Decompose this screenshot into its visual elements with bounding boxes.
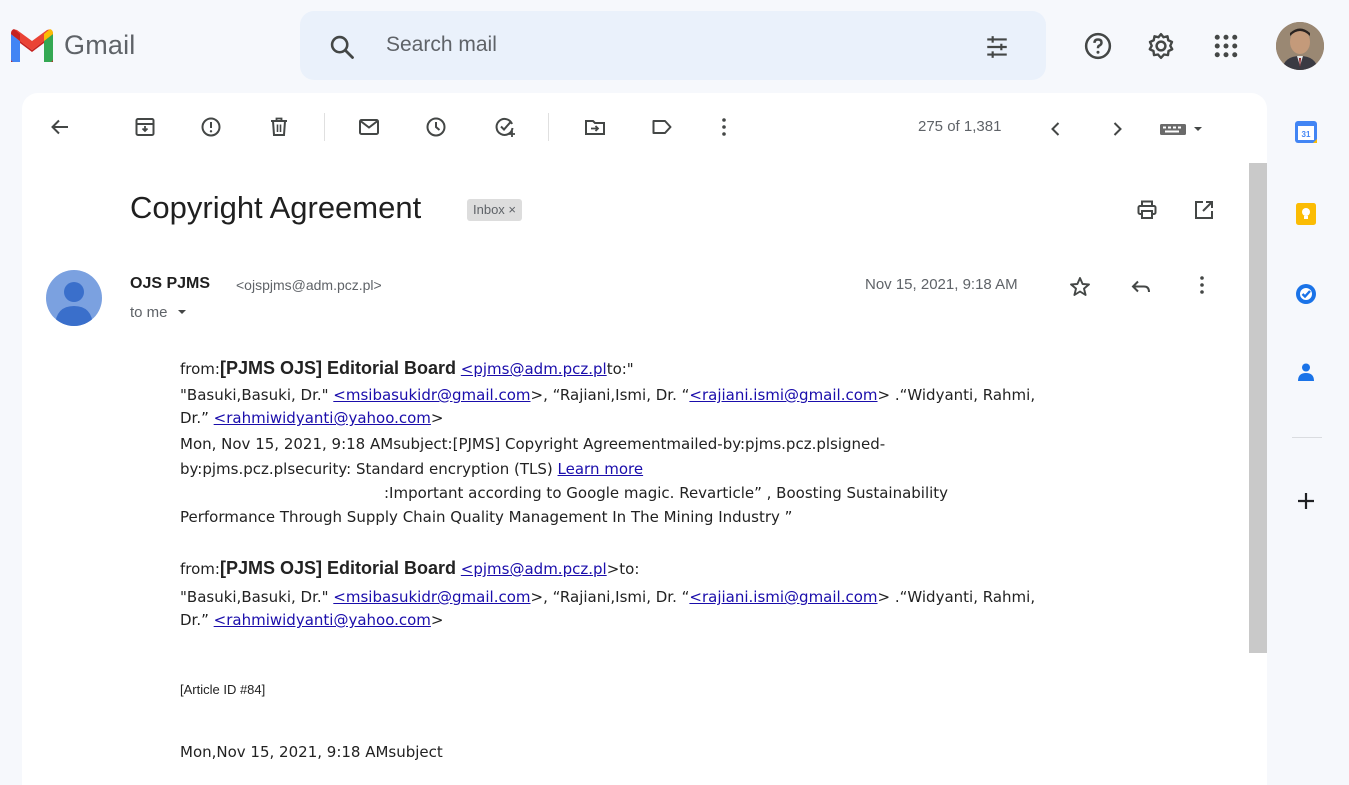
email-link[interactable]: <rajiani.ismi@gmail.com [689, 386, 877, 404]
print-icon[interactable] [1135, 198, 1159, 222]
block2-from-line: from:[PJMS OJS] Editorial Board <pjms@ad… [180, 558, 639, 579]
recipient-text: Dr.” [180, 409, 214, 427]
recipient-text: > .“Widyanti, Rahmi, [877, 386, 1036, 404]
search-bar[interactable] [300, 11, 1046, 80]
add-to-tasks-icon[interactable] [493, 115, 517, 139]
newer-chevron-left-icon[interactable] [1044, 117, 1068, 141]
sender-avatar[interactable] [46, 270, 102, 326]
recipient-text: >, “Rajiani,Ismi, Dr. “ [530, 588, 690, 606]
last-line: Mon,Nov 15, 2021, 9:18 AMsubject [180, 743, 443, 761]
message-view: 275 of 1,381 Copyright Agreement Inbox ×… [22, 93, 1267, 785]
search-icon[interactable] [328, 33, 356, 61]
top-bar: Gmail [0, 0, 1349, 90]
older-chevron-right-icon[interactable] [1105, 117, 1129, 141]
page-count: 275 of 1,381 [918, 118, 1002, 135]
more-options-icon[interactable] [712, 115, 736, 139]
from-email-link[interactable]: <pjms@adm.pcz.pl [461, 560, 607, 578]
contacts-icon[interactable] [1293, 359, 1319, 385]
toolbar-divider [548, 113, 549, 141]
details-dropdown-icon[interactable] [176, 307, 188, 317]
search-input[interactable] [386, 29, 946, 61]
gmail-m-icon [11, 29, 53, 62]
account-avatar[interactable] [1276, 22, 1324, 70]
apps-grid-icon[interactable] [1211, 31, 1241, 61]
toolbar-divider [324, 113, 325, 141]
sender-email: <ojspjms@adm.pcz.pl> [236, 277, 382, 293]
help-icon[interactable] [1083, 31, 1113, 61]
person-icon [55, 282, 93, 326]
gmail-logo[interactable]: Gmail [8, 26, 136, 64]
article-id: [Article ID #84] [180, 682, 266, 697]
recipient-text: > [430, 611, 444, 629]
email-link[interactable]: <rahmiwidyanti@yahoo.com [214, 611, 431, 629]
star-icon[interactable] [1068, 275, 1092, 299]
scrollbar-thumb[interactable] [1249, 163, 1267, 653]
block1-article-title-line: Performance Through Supply Chain Quality… [180, 508, 793, 526]
from-name: [PJMS OJS] Editorial Board [219, 558, 457, 578]
archive-icon[interactable] [133, 115, 157, 139]
recipient-text: >, “Rajiani,Ismi, Dr. “ [530, 386, 690, 404]
tasks-icon[interactable] [1293, 281, 1319, 307]
email-date: Nov 15, 2021, 9:18 AM [865, 276, 1018, 293]
email-link[interactable]: <rajiani.ismi@gmail.com [689, 588, 877, 606]
message-more-icon[interactable] [1190, 273, 1214, 297]
block1-meta-line: Mon, Nov 15, 2021, 9:18 AMsubject:[PJMS]… [180, 435, 886, 453]
recipient-text: Dr.” [180, 611, 214, 629]
recipient-label: to me [130, 304, 168, 321]
snooze-clock-icon[interactable] [424, 115, 448, 139]
move-to-folder-icon[interactable] [583, 115, 607, 139]
label-icon[interactable] [650, 115, 674, 139]
report-spam-icon[interactable] [199, 115, 223, 139]
recipient-details[interactable]: to me [130, 304, 188, 321]
block1-from-line: from:[PJMS OJS] Editorial Board <pjms@ad… [180, 358, 634, 379]
reply-icon[interactable] [1129, 275, 1153, 299]
back-arrow-icon[interactable] [48, 115, 72, 139]
email-link[interactable]: <msibasukidr@gmail.com [333, 588, 530, 606]
delete-icon[interactable] [267, 115, 291, 139]
block1-recipients-line-2: Dr.” <rahmiwidyanti@yahoo.com> [180, 409, 444, 427]
from-prefix: from: [180, 560, 220, 578]
block1-security-line: by:pjms.pcz.plsecurity: Standard encrypt… [180, 460, 643, 478]
to-prefix: to:" [606, 360, 634, 378]
keep-icon[interactable] [1293, 201, 1319, 227]
mark-unread-icon[interactable] [357, 115, 381, 139]
from-prefix: from: [180, 360, 220, 378]
security-text: by:pjms.pcz.plsecurity: Standard encrypt… [180, 460, 558, 478]
add-addon-plus-icon[interactable] [1293, 488, 1319, 514]
email-link[interactable]: <rahmiwidyanti@yahoo.com [214, 409, 431, 427]
block2-recipients-line: "Basuki,Basuki, Dr." <msibasukidr@gmail.… [180, 588, 1035, 606]
open-in-new-window-icon[interactable] [1192, 198, 1216, 222]
learn-more-link[interactable]: Learn more [558, 460, 644, 478]
recipient-text: "Basuki,Basuki, Dr." [180, 386, 334, 404]
app-name: Gmail [64, 29, 136, 60]
from-email-link[interactable]: <pjms@adm.pcz.pl [461, 360, 607, 378]
calendar-icon[interactable]: 31 [1293, 119, 1319, 145]
block2-recipients-line-2: Dr.” <rahmiwidyanti@yahoo.com> [180, 611, 444, 629]
search-options-icon[interactable] [983, 34, 1011, 60]
email-subject: Copyright Agreement [130, 190, 422, 225]
recipient-text: > .“Widyanti, Rahmi, [877, 588, 1036, 606]
sender-name[interactable]: OJS PJMS [130, 275, 210, 293]
block1-recipients-line: "Basuki,Basuki, Dr." <msibasukidr@gmail.… [180, 386, 1035, 404]
inbox-label-chip[interactable]: Inbox × [467, 199, 523, 221]
side-panel-divider [1292, 437, 1322, 438]
recipient-text: "Basuki,Basuki, Dr." [180, 588, 334, 606]
user-photo-icon [1276, 22, 1324, 70]
svg-text:31: 31 [1302, 130, 1311, 139]
recipient-text: > [430, 409, 444, 427]
input-tools-keyboard-icon[interactable] [1158, 117, 1210, 141]
side-panel: 31 [1280, 93, 1349, 785]
email-link[interactable]: <msibasukidr@gmail.com [333, 386, 530, 404]
from-name: [PJMS OJS] Editorial Board [219, 358, 457, 378]
block1-important-line: :Important according to Google magic. Re… [384, 484, 949, 502]
settings-icon[interactable] [1146, 31, 1176, 61]
to-prefix: >to: [606, 560, 640, 578]
